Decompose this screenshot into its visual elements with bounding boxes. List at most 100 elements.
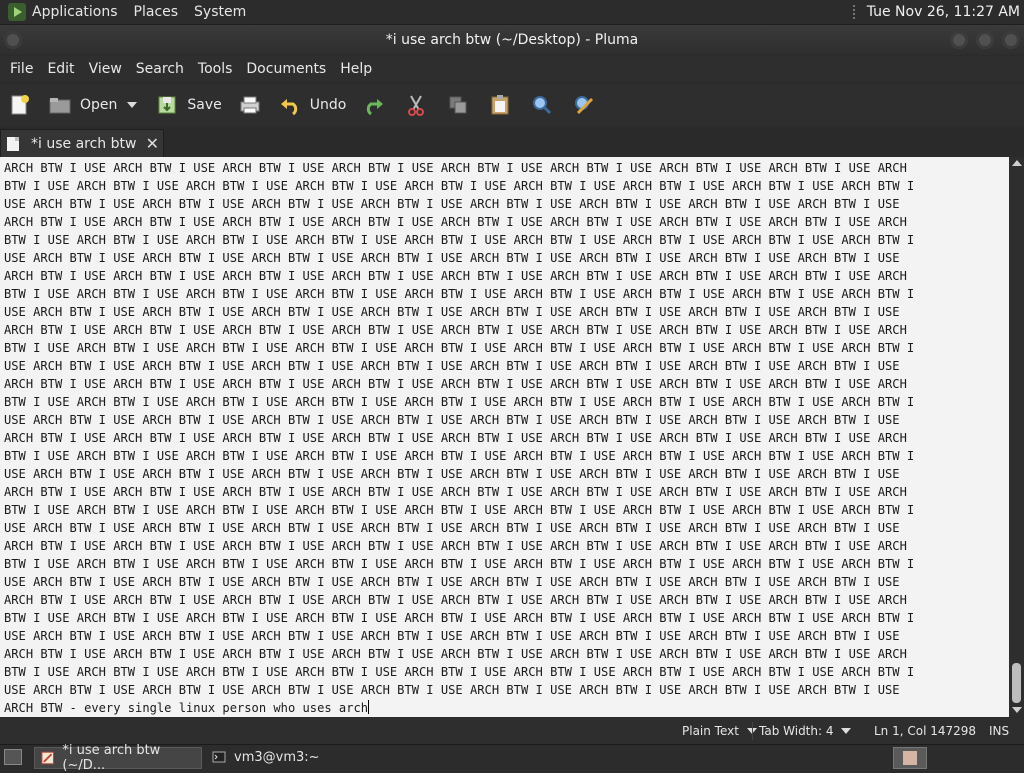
save-icon [158,96,176,114]
window-titlebar[interactable]: *i use arch btw (~/Desktop) - Pluma [0,25,1024,55]
editor-line: USE ARCH BTW I USE ARCH BTW I USE ARCH B… [4,359,900,373]
menu-view[interactable]: View [89,61,122,77]
menu-applications[interactable]: Applications [32,4,118,20]
cut-icon [408,95,425,116]
editor-line: USE ARCH BTW I USE ARCH BTW I USE ARCH B… [4,629,900,643]
minimize-button[interactable] [950,31,968,49]
editor-line: USE ARCH BTW I USE ARCH BTW I USE ARCH B… [4,521,900,535]
editor-line: BTW I USE ARCH BTW I USE ARCH BTW I USE … [4,233,915,247]
editor-line: ARCH BTW I USE ARCH BTW I USE ARCH BTW I… [4,161,907,175]
top-panel: Applications Places System Tue Nov 26, 1… [0,0,1024,25]
open-button[interactable]: Open [48,88,141,122]
undo-button[interactable]: Undo [278,88,346,122]
maximize-button[interactable] [976,31,994,49]
new-document-icon [11,95,29,115]
menu-tools[interactable]: Tools [198,61,233,77]
taskbar-item-terminal[interactable]: vm3@vm3:~ [206,747,376,767]
insert-mode: INS [989,724,1010,738]
editor-content[interactable]: ARCH BTW I USE ARCH BTW I USE ARCH BTW I… [0,157,1009,717]
menu-file[interactable]: File [10,61,33,77]
document-tab[interactable]: *i use arch btw ✕ [0,129,164,157]
editor-line: BTW I USE ARCH BTW I USE ARCH BTW I USE … [4,179,915,193]
save-label: Save [187,97,222,113]
paste-icon [491,95,509,115]
document-icon [7,136,19,151]
window-title: *i use arch btw (~/Desktop) - Pluma [385,32,639,48]
menubar: File Edit View Search Tools Documents He… [0,56,1024,82]
vertical-scrollbar[interactable] [1009,157,1024,717]
paste-button[interactable] [488,88,512,122]
redo-button[interactable] [362,88,386,122]
editor-line: BTW I USE ARCH BTW I USE ARCH BTW I USE … [4,287,915,301]
editor-line: ARCH BTW I USE ARCH BTW I USE ARCH BTW I… [4,323,907,337]
statusbar: Plain Text Tab Width: 4 Ln 1, Col 147298… [0,718,1024,744]
menu-search[interactable]: Search [136,61,184,77]
new-button[interactable] [8,88,32,122]
workspace-window-icon [903,751,917,765]
print-button[interactable] [238,88,262,122]
close-window-button[interactable] [1002,31,1020,49]
editor-line: ARCH BTW - every single linux person who… [4,701,369,715]
editor-line: ARCH BTW I USE ARCH BTW I USE ARCH BTW I… [4,647,907,661]
menu-places[interactable]: Places [134,4,179,20]
editor-line: ARCH BTW I USE ARCH BTW I USE ARCH BTW I… [4,215,907,229]
scroll-thumb[interactable] [1012,663,1021,703]
editor-line: ARCH BTW I USE ARCH BTW I USE ARCH BTW I… [4,269,907,283]
open-folder-icon [49,98,71,114]
replace-icon [575,96,594,115]
scroll-down-icon[interactable] [1012,707,1022,713]
editor-line: USE ARCH BTW I USE ARCH BTW I USE ARCH B… [4,683,900,697]
document-tabs: *i use arch btw ✕ [0,128,1024,157]
editor-line: BTW I USE ARCH BTW I USE ARCH BTW I USE … [4,341,915,355]
window-menu-icon[interactable] [4,31,22,49]
editor-line: BTW I USE ARCH BTW I USE ARCH BTW I USE … [4,503,915,517]
editor-line: BTW I USE ARCH BTW I USE ARCH BTW I USE … [4,557,915,571]
editor-line: ARCH BTW I USE ARCH BTW I USE ARCH BTW I… [4,377,907,391]
language-selector[interactable]: Plain Text [682,722,757,740]
editor-line: BTW I USE ARCH BTW I USE ARCH BTW I USE … [4,611,915,625]
copy-button[interactable] [446,88,470,122]
terminal-icon [212,751,226,763]
undo-icon [280,99,297,116]
menu-help[interactable]: Help [340,61,372,77]
tab-width-selector[interactable]: Tab Width: 4 [759,722,852,740]
tab-label: *i use arch btw [31,135,137,152]
text-editor[interactable]: ARCH BTW I USE ARCH BTW I USE ARCH BTW I… [0,157,1009,717]
text-editor-icon [41,751,54,765]
editor-line: USE ARCH BTW I USE ARCH BTW I USE ARCH B… [4,575,900,589]
scroll-up-icon[interactable] [1012,160,1022,166]
editor-line: BTW I USE ARCH BTW I USE ARCH BTW I USE … [4,449,915,463]
clock[interactable]: Tue Nov 26, 11:27 AM [867,4,1020,20]
editor-line: USE ARCH BTW I USE ARCH BTW I USE ARCH B… [4,413,900,427]
taskbar-item-label: vm3@vm3:~ [234,749,320,765]
save-button[interactable]: Save [155,88,222,122]
editor-line: USE ARCH BTW I USE ARCH BTW I USE ARCH B… [4,251,900,265]
open-label: Open [80,97,118,113]
text-cursor [368,700,370,714]
replace-button[interactable] [572,88,596,122]
workspace-switcher[interactable] [893,747,927,769]
editor-line: ARCH BTW I USE ARCH BTW I USE ARCH BTW I… [4,485,907,499]
menu-edit[interactable]: Edit [47,61,74,77]
cut-button[interactable] [404,88,428,122]
print-icon [240,96,260,114]
editor-line: USE ARCH BTW I USE ARCH BTW I USE ARCH B… [4,467,900,481]
editor-line: BTW I USE ARCH BTW I USE ARCH BTW I USE … [4,665,915,679]
editor-line: USE ARCH BTW I USE ARCH BTW I USE ARCH B… [4,197,900,211]
copy-icon [449,96,467,114]
open-recent-dropdown[interactable] [127,102,138,108]
menu-system[interactable]: System [194,4,246,20]
editor-line: BTW I USE ARCH BTW I USE ARCH BTW I USE … [4,395,915,409]
taskbar-item-pluma[interactable]: *i use arch btw (~/D... [34,743,202,773]
find-button[interactable] [530,88,554,122]
cursor-position: Ln 1, Col 147298 [874,724,977,738]
status-divider [752,722,753,740]
panel-grip-icon [852,5,859,19]
mate-menu-icon[interactable] [8,3,26,21]
editor-line: USE ARCH BTW I USE ARCH BTW I USE ARCH B… [4,305,900,319]
close-tab-icon[interactable]: ✕ [146,134,159,153]
taskbar-item-label: *i use arch btw (~/D... [62,743,161,773]
menu-documents[interactable]: Documents [246,61,326,77]
show-desktop-button[interactable] [4,749,22,765]
find-icon [533,96,552,115]
